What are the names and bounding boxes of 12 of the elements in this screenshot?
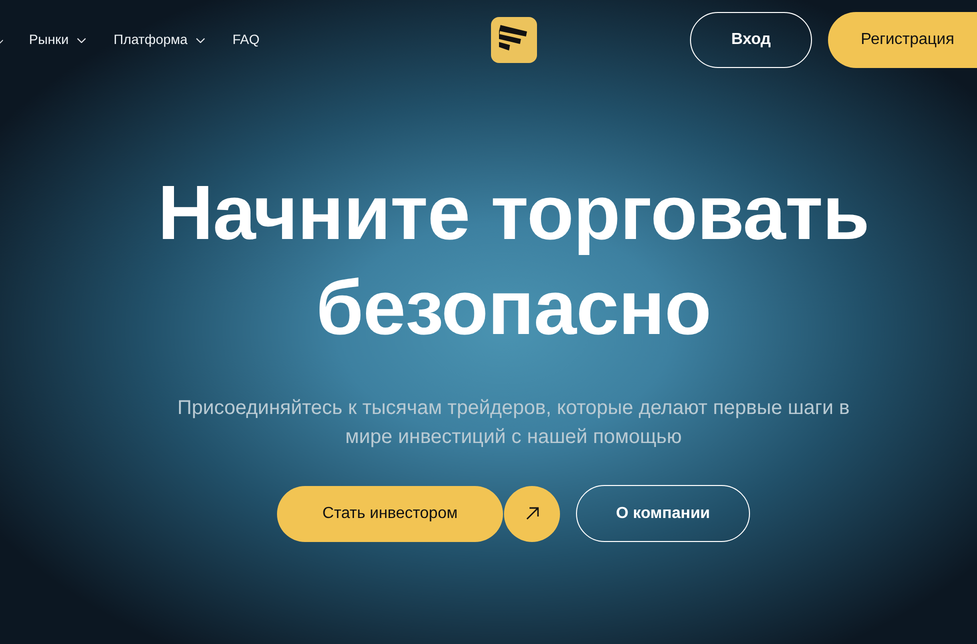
hero-subtitle: Присоединяйтесь к тысячам трейдеров, которые делают первые шаги в мире инвестиций с нашей помощью: [176, 396, 851, 450]
nav-link[interactable]: Платформа: [114, 33, 205, 47]
nav-link[interactable]: Рынки: [29, 33, 86, 47]
chevron-down-icon: [0, 38, 3, 44]
about-button[interactable]: О компании: [576, 485, 750, 542]
nav-link[interactable]: FAQ: [232, 33, 260, 47]
logo-icon[interactable]: [491, 17, 537, 63]
register-button[interactable]: Регистрация: [828, 12, 977, 68]
arrow-up-right-icon: [526, 507, 538, 520]
hero-title: Начните торговать безопасно: [156, 169, 870, 353]
invest-button[interactable]: Стать инвестором: [277, 486, 503, 542]
login-button[interactable]: Вход: [690, 12, 812, 68]
